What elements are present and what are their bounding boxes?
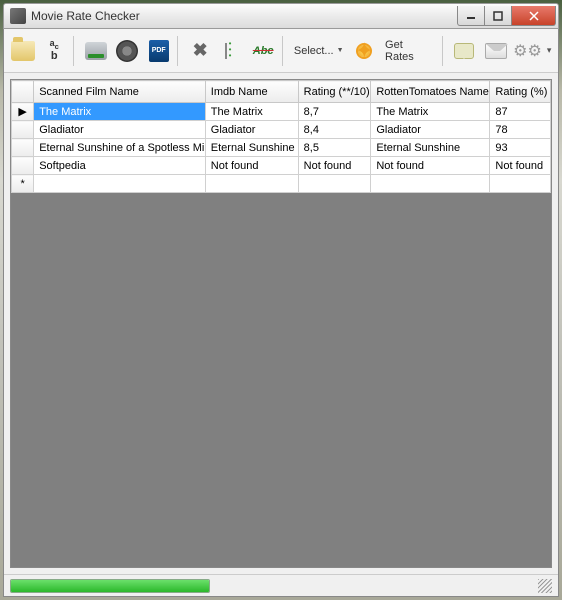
- cell-empty[interactable]: [298, 175, 371, 193]
- new-row[interactable]: *: [12, 175, 551, 193]
- data-grid[interactable]: Scanned Film Name Imdb Name Rating (**/1…: [10, 79, 552, 568]
- folder-icon: [11, 41, 35, 61]
- corner-header[interactable]: [12, 81, 34, 103]
- table-row[interactable]: Softpedia Not found Not found Not found …: [12, 157, 551, 175]
- separator: [442, 36, 446, 66]
- col-header-scanned[interactable]: Scanned Film Name: [34, 81, 206, 103]
- cell-scanned[interactable]: Softpedia: [34, 157, 206, 175]
- cell-imdb[interactable]: The Matrix: [205, 103, 298, 121]
- cell-rating10[interactable]: 8,5: [298, 139, 371, 157]
- titlebar: Movie Rate Checker: [3, 3, 559, 29]
- cell-empty[interactable]: [490, 175, 551, 193]
- row-indicator: [12, 121, 34, 139]
- table-row[interactable]: ▶ The Matrix The Matrix 8,7 The Matrix 8…: [12, 103, 551, 121]
- rename-button[interactable]: acb: [40, 34, 70, 68]
- disk-button[interactable]: [81, 34, 111, 68]
- toolbar: acb PDF ✖ Abc Select... ▼ Get Rates ⚙⚙ ▾: [4, 29, 558, 73]
- cell-ratingpct[interactable]: 93: [490, 139, 551, 157]
- get-rates-button[interactable]: Get Rates: [381, 39, 438, 63]
- film-reel-icon: [116, 40, 138, 62]
- mail-icon: [485, 43, 507, 59]
- rename-icon: acb: [50, 39, 59, 61]
- cell-ratingpct[interactable]: Not found: [490, 157, 551, 175]
- row-indicator: ▶: [12, 103, 34, 121]
- row-indicator: [12, 139, 34, 157]
- col-header-ratingpct[interactable]: Rating (%): [490, 81, 551, 103]
- cell-scanned[interactable]: Gladiator: [34, 121, 206, 139]
- maximize-icon: [493, 11, 503, 21]
- cell-rt[interactable]: Not found: [371, 157, 490, 175]
- cell-scanned[interactable]: Eternal Sunshine of a Spotless Mind: [34, 139, 206, 157]
- select-dropdown[interactable]: Select... ▼: [290, 45, 348, 57]
- get-rates-label: Get Rates: [385, 39, 434, 63]
- cell-empty[interactable]: [371, 175, 490, 193]
- cell-rating10[interactable]: Not found: [298, 157, 371, 175]
- col-header-imdb[interactable]: Imdb Name: [205, 81, 298, 103]
- cell-rt[interactable]: The Matrix: [371, 103, 490, 121]
- pdf-button[interactable]: PDF: [144, 34, 174, 68]
- window-title: Movie Rate Checker: [31, 9, 458, 23]
- toolbar-overflow[interactable]: ▾: [544, 45, 554, 56]
- progress-bar: [10, 579, 210, 593]
- cell-imdb[interactable]: Gladiator: [205, 121, 298, 139]
- content-area: Scanned Film Name Imdb Name Rating (**/1…: [4, 73, 558, 574]
- header-row: Scanned Film Name Imdb Name Rating (**/1…: [12, 81, 551, 103]
- cell-rt[interactable]: Eternal Sunshine: [371, 139, 490, 157]
- col-header-rt[interactable]: RottenTomatoes Name: [371, 81, 490, 103]
- separator: [282, 36, 286, 66]
- separator: [177, 36, 181, 66]
- cell-scanned[interactable]: The Matrix: [34, 103, 206, 121]
- open-folder-button[interactable]: [8, 34, 38, 68]
- delete-icon: ✖: [193, 40, 208, 61]
- statusbar: [4, 574, 558, 596]
- window-body: acb PDF ✖ Abc Select... ▼ Get Rates ⚙⚙ ▾: [3, 29, 559, 597]
- spellcheck-button[interactable]: Abc: [248, 34, 278, 68]
- maximize-button[interactable]: [484, 6, 512, 26]
- film-button[interactable]: [112, 34, 142, 68]
- comment-icon: [454, 43, 474, 59]
- get-rates-icon-button[interactable]: [350, 34, 380, 68]
- tree-icon: [223, 41, 241, 61]
- cell-ratingpct[interactable]: 87: [490, 103, 551, 121]
- gears-icon: ⚙⚙: [513, 41, 542, 61]
- cell-rt[interactable]: Gladiator: [371, 121, 490, 139]
- close-icon: [529, 11, 539, 21]
- window-controls: [458, 6, 556, 26]
- cell-imdb[interactable]: Eternal Sunshine: [205, 139, 298, 157]
- pdf-icon: PDF: [149, 40, 169, 62]
- minimize-icon: [466, 11, 476, 21]
- cell-rating10[interactable]: 8,7: [298, 103, 371, 121]
- cell-imdb[interactable]: Not found: [205, 157, 298, 175]
- settings-button[interactable]: ⚙⚙: [513, 34, 543, 68]
- cell-ratingpct[interactable]: 78: [490, 121, 551, 139]
- progress-fill: [11, 580, 209, 592]
- delete-button[interactable]: ✖: [185, 34, 215, 68]
- resize-grip[interactable]: [538, 579, 552, 593]
- close-button[interactable]: [511, 6, 556, 26]
- disk-icon: [85, 42, 107, 60]
- tree-button[interactable]: [217, 34, 247, 68]
- app-icon: [10, 8, 26, 24]
- table-row[interactable]: Eternal Sunshine of a Spotless Mind Eter…: [12, 139, 551, 157]
- select-label: Select...: [294, 45, 334, 57]
- cell-rating10[interactable]: 8,4: [298, 121, 371, 139]
- cell-empty[interactable]: [34, 175, 206, 193]
- cell-empty[interactable]: [205, 175, 298, 193]
- row-indicator: [12, 157, 34, 175]
- col-header-rating10[interactable]: Rating (**/10): [298, 81, 371, 103]
- comment-button[interactable]: [450, 34, 480, 68]
- sun-icon: [353, 40, 375, 62]
- separator: [73, 36, 77, 66]
- abc-icon: Abc: [253, 45, 274, 57]
- mail-button[interactable]: [481, 34, 511, 68]
- table-row[interactable]: Gladiator Gladiator 8,4 Gladiator 78: [12, 121, 551, 139]
- new-row-indicator: *: [12, 175, 34, 193]
- chevron-down-icon: ▼: [337, 47, 344, 54]
- minimize-button[interactable]: [457, 6, 485, 26]
